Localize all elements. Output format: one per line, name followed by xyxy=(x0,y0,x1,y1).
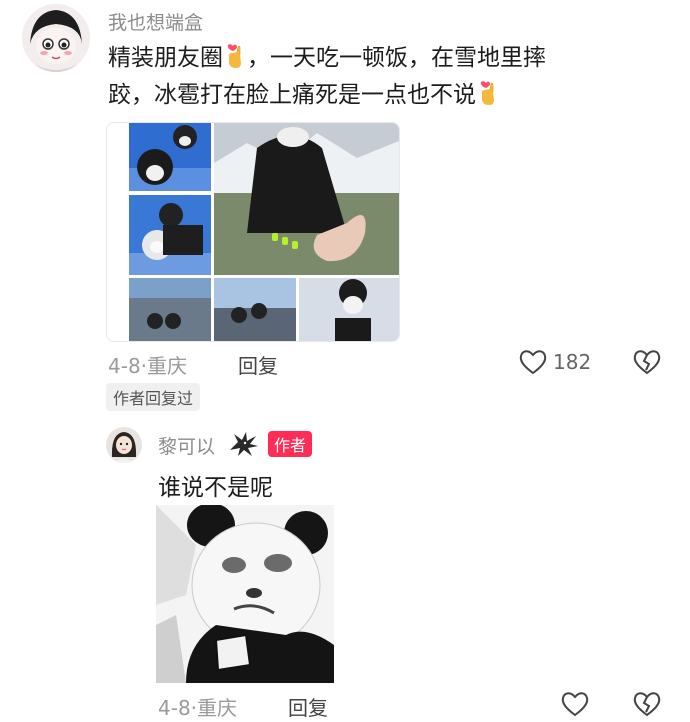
reply-avatar[interactable] xyxy=(106,427,142,463)
comment-text-part2: ，一天吃一顿饭，在雪地里摔 xyxy=(247,45,546,71)
like-heart-icon[interactable] xyxy=(560,690,590,718)
reply-date-location: 4-8·重庆 xyxy=(158,696,238,720)
photo-collage[interactable] xyxy=(106,122,400,342)
avatar[interactable] xyxy=(22,4,90,72)
like-count: 182 xyxy=(553,350,592,374)
author-replied-tag: 作者回复过 xyxy=(106,383,201,411)
finger-heart-emoji xyxy=(478,80,498,106)
broken-heart-icon[interactable] xyxy=(632,348,662,376)
like-heart-icon[interactable] xyxy=(518,348,548,376)
comment-reply-button[interactable]: 回复 xyxy=(238,350,278,379)
finger-heart-emoji xyxy=(225,43,245,69)
eagle-icon xyxy=(228,430,260,458)
reply-username[interactable]: 黎可以 xyxy=(158,432,215,459)
broken-heart-icon[interactable] xyxy=(632,690,662,718)
reply-reply-button[interactable]: 回复 xyxy=(288,692,328,721)
comment-date-location: 4-8·重庆 xyxy=(108,354,188,378)
panda-meme-image[interactable] xyxy=(156,505,334,683)
comment-text: 精装朋友圈 ，一天吃一顿饭，在雪地里摔 跤，冰雹打在脸上痛死是一点也不说 xyxy=(108,40,668,114)
comment-text-line2: 跤，冰雹打在脸上痛死是一点也不说 xyxy=(108,82,476,108)
author-badge: 作者 xyxy=(268,431,313,457)
reply-text: 谁说不是呢 xyxy=(158,475,273,501)
comment-username[interactable]: 我也想端盒 xyxy=(108,8,203,35)
comment-text-part1: 精装朋友圈 xyxy=(108,45,223,71)
